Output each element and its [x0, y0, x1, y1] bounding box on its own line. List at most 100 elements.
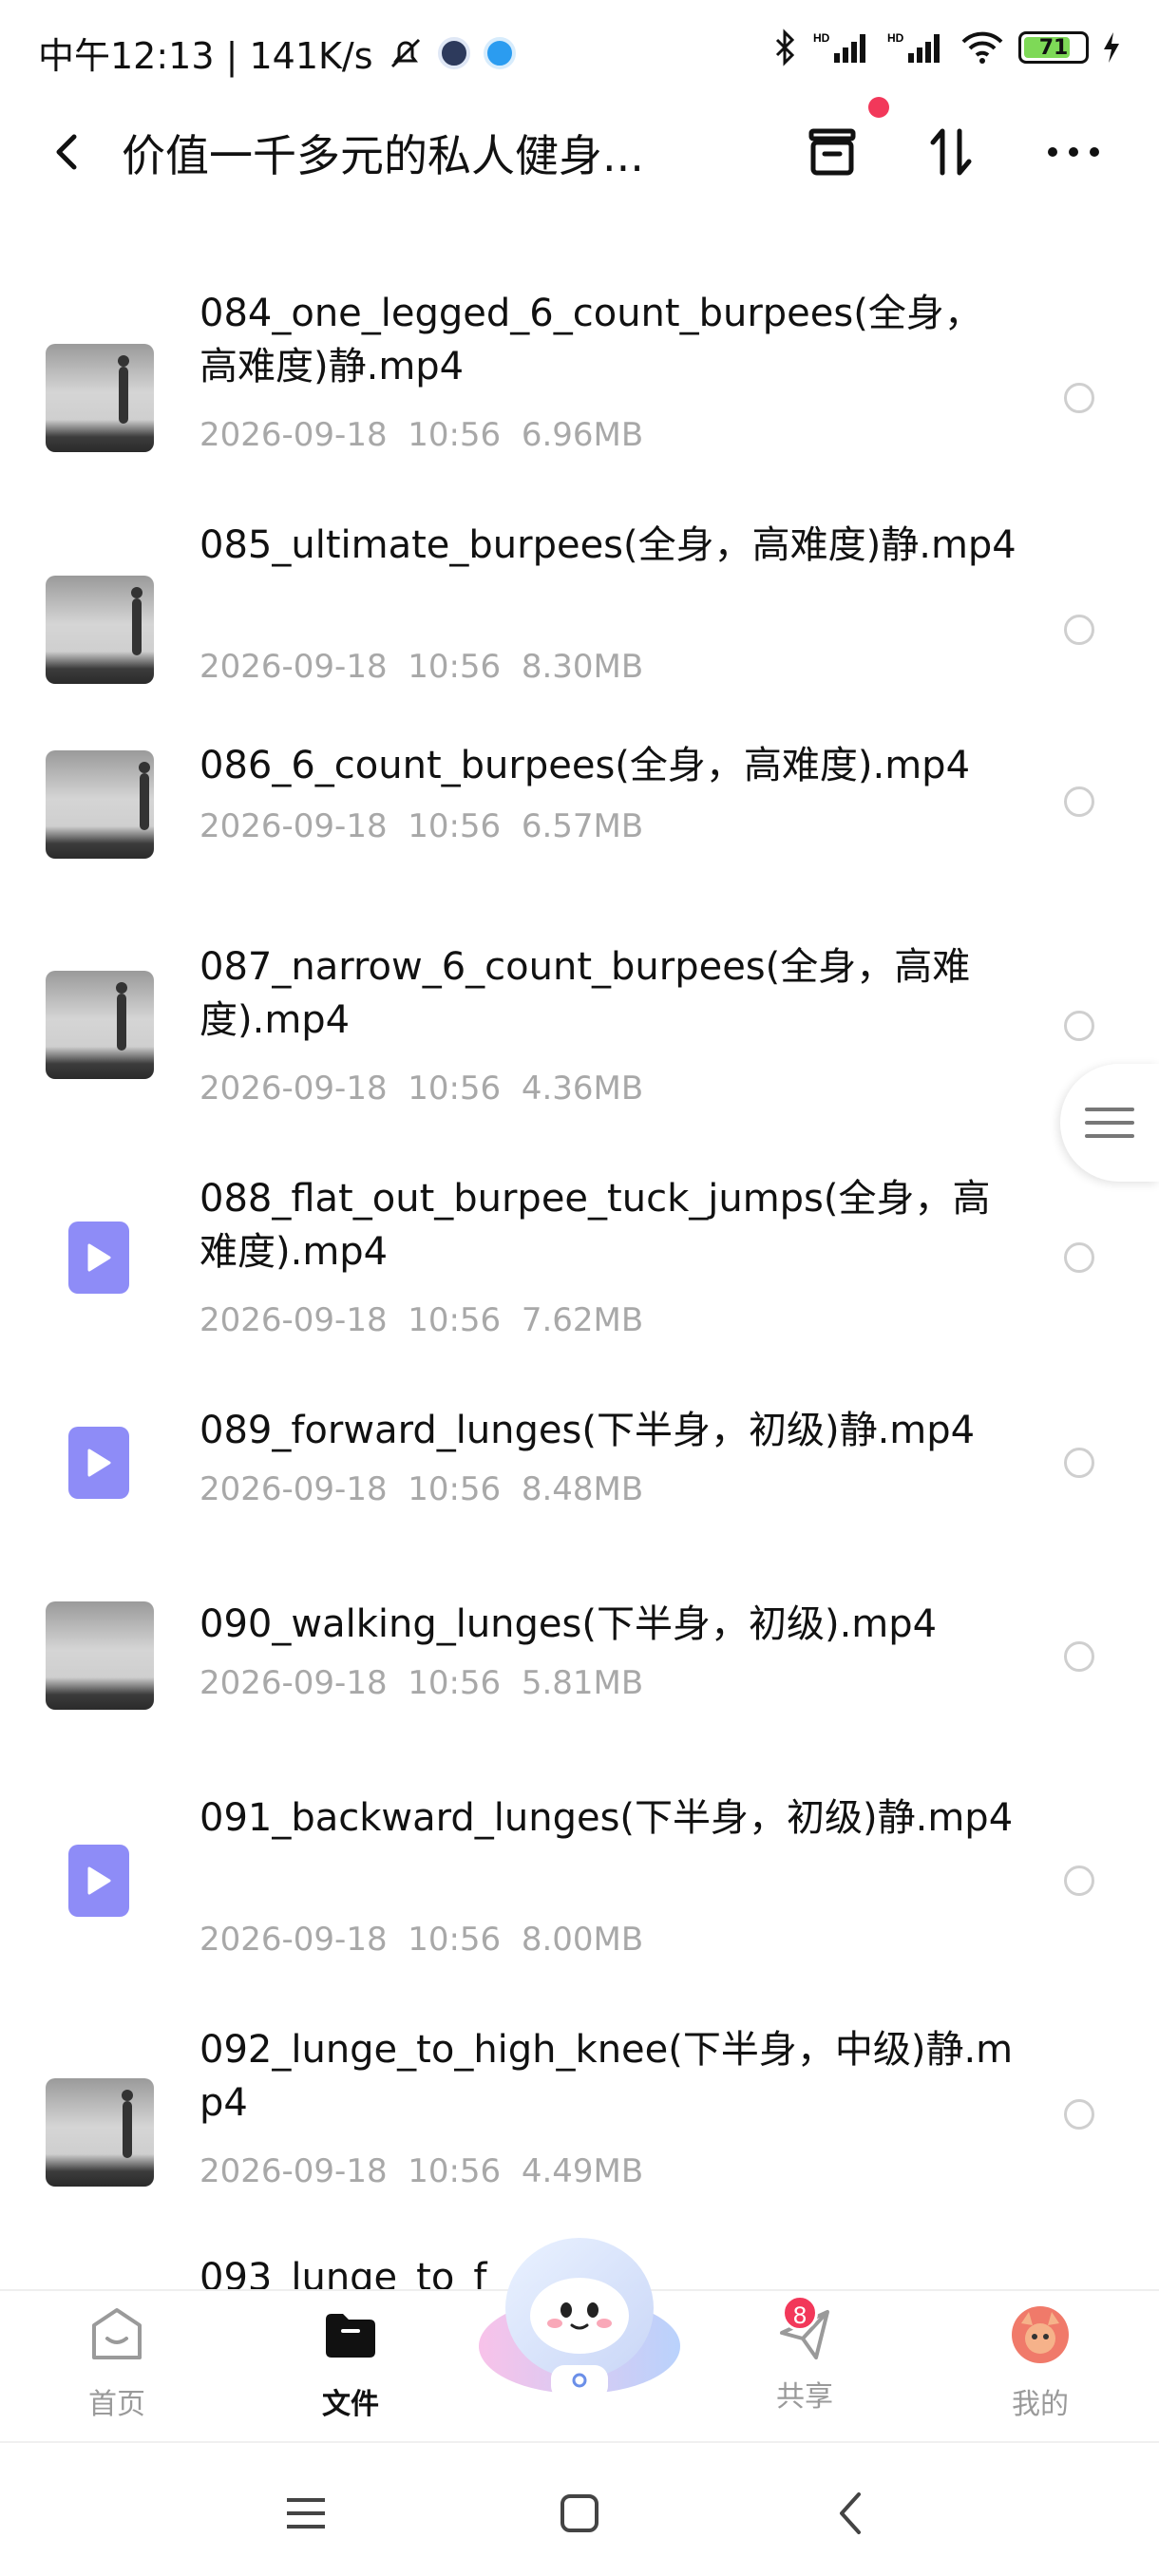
home-icon: [92, 2308, 142, 2359]
file-row[interactable]: 087_narrow_6_count_burpees(全身，高难度).mp4 2…: [0, 935, 1159, 1134]
file-row[interactable]: 088_flat_out_burpee_tuck_jumps(全身，高难度).m…: [0, 1166, 1159, 1366]
signal-hd-2-icon: HD: [887, 31, 940, 63]
folder-icon: [326, 2314, 375, 2358]
select-radio[interactable]: [1064, 786, 1094, 817]
file-name: 085_ultimate_burpees(全身，高难度)静.mp4: [200, 523, 1016, 567]
back-arrow-icon[interactable]: [42, 125, 95, 179]
svg-text:HD: HD: [813, 31, 830, 45]
mute-bell-icon: [390, 38, 420, 67]
select-radio[interactable]: [1064, 1866, 1094, 1896]
status-left: 中午12:13 | 141K/s: [38, 27, 516, 79]
file-date: 2026-09-18 10:56: [200, 1470, 502, 1508]
video-thumbnail: [46, 750, 154, 859]
sort-button[interactable]: [918, 118, 986, 186]
signal-hd-1-icon: HD: [813, 31, 865, 63]
file-date: 2026-09-18 10:56: [200, 1921, 502, 1959]
video-file-icon: [68, 1222, 129, 1294]
video-file-icon: [68, 1845, 129, 1917]
nav-files-label: 文件: [322, 2388, 379, 2421]
file-row[interactable]: 089_forward_lunges(下半身，初级)静.mp4 2026-09-…: [0, 1398, 1159, 1541]
nav-mine[interactable]: 我的: [969, 2304, 1112, 2422]
more-dots-icon: [1048, 147, 1099, 157]
nav-share[interactable]: 8 共享: [733, 2295, 876, 2415]
video-thumbnail: [46, 576, 154, 684]
file-date: 2026-09-18 10:56: [200, 1664, 502, 1702]
file-name: 090_walking_lunges(下半身，初级).mp4: [200, 1602, 938, 1646]
select-radio[interactable]: [1064, 2099, 1094, 2130]
file-row[interactable]: 085_ultimate_burpees(全身，高难度)静.mp4 2026-0…: [0, 513, 1159, 712]
transfer-box-button[interactable]: [798, 118, 866, 186]
more-button[interactable]: [1039, 118, 1108, 186]
file-meta: 2026-09-18 10:56 6.57MB: [200, 807, 643, 845]
select-radio[interactable]: [1064, 1242, 1094, 1273]
notification-dot: [868, 97, 889, 118]
file-name: 087_narrow_6_count_burpees(全身，高难度).mp4: [200, 945, 971, 1042]
video-file-icon: [68, 1427, 129, 1499]
file-meta: 2026-09-18 10:56 8.30MB: [200, 648, 643, 686]
recent-apps-icon[interactable]: [277, 2485, 334, 2542]
page-title: 价值一千多元的私人健身...: [122, 130, 644, 181]
file-name: 084_one_legged_6_count_burpees(全身，高难度)静.…: [200, 292, 982, 388]
select-radio[interactable]: [1064, 1011, 1094, 1041]
select-radio[interactable]: [1064, 1641, 1094, 1672]
file-date: 2026-09-18 10:56: [200, 2152, 502, 2190]
file-meta: 2026-09-18 10:56 8.48MB: [200, 1470, 643, 1508]
select-radio[interactable]: [1064, 1448, 1094, 1478]
sort-arrows-icon: [930, 128, 972, 176]
charging-icon: [1104, 32, 1119, 63]
file-size: 4.49MB: [521, 2152, 644, 2190]
nav-home[interactable]: 首页: [46, 2304, 188, 2422]
file-meta: 2026-09-18 10:56 5.81MB: [200, 1664, 643, 1702]
status-bar: 中午12:13 | 141K/s HD HD 71: [0, 0, 1159, 104]
wifi-icon: [961, 31, 1003, 64]
file-size: 8.30MB: [521, 648, 644, 686]
file-row[interactable]: 084_one_legged_6_count_burpees(全身，高难度)静.…: [0, 281, 1159, 481]
status-right: HD HD 71: [773, 28, 1121, 66]
select-radio[interactable]: [1064, 615, 1094, 645]
file-date: 2026-09-18 10:56: [200, 416, 502, 454]
file-name: 091_backward_lunges(下半身，初级)静.mp4: [200, 1796, 1014, 1840]
file-row[interactable]: 092_lunge_to_high_knee(下半身，中级)静.mp4 2026…: [0, 2017, 1159, 2217]
file-size: 6.57MB: [521, 807, 644, 845]
file-row[interactable]: 086_6_count_burpees(全身，高难度).mp4 2026-09-…: [0, 744, 1159, 887]
play-icon: [87, 1866, 111, 1895]
home-square-icon[interactable]: [551, 2485, 608, 2542]
file-name: 086_6_count_burpees(全身，高难度).mp4: [200, 744, 971, 787]
select-radio[interactable]: [1064, 383, 1094, 413]
file-date: 2026-09-18 10:56: [200, 648, 502, 686]
file-date: 2026-09-18 10:56: [200, 1070, 502, 1108]
avatar: [1012, 2306, 1069, 2363]
nav-home-label: 首页: [88, 2388, 145, 2421]
upload-notification-icon: [483, 36, 516, 69]
app-notification-icon: [437, 36, 470, 69]
header: 价值一千多元的私人健身...: [0, 104, 1159, 199]
video-thumbnail: [46, 344, 154, 452]
nav-mine-label: 我的: [1012, 2388, 1069, 2421]
file-row[interactable]: 091_backward_lunges(下半身，初级)静.mp4 2026-09…: [0, 1786, 1159, 1985]
status-time-speed: 中午12:13 | 141K/s: [38, 35, 373, 77]
battery-icon: 71: [1018, 31, 1089, 64]
bluetooth-icon: [775, 28, 795, 66]
nav-share-label: 共享: [776, 2380, 833, 2414]
file-meta: 2026-09-18 10:56 4.36MB: [200, 1070, 643, 1108]
file-size: 8.48MB: [521, 1470, 644, 1508]
file-size: 6.96MB: [521, 416, 644, 454]
file-size: 8.00MB: [521, 1921, 644, 1959]
file-meta: 2026-09-18 10:56 4.49MB: [200, 2152, 643, 2190]
file-date: 2026-09-18 10:56: [200, 807, 502, 845]
nav-files[interactable]: 文件: [279, 2304, 422, 2422]
file-size: 5.81MB: [521, 1664, 644, 1702]
video-thumbnail: [46, 971, 154, 1079]
file-name: 092_lunge_to_high_knee(下半身，中级)静.mp4: [200, 2028, 1014, 2125]
play-icon: [87, 1243, 111, 1272]
file-name: 089_forward_lunges(下半身，初级)静.mp4: [200, 1409, 976, 1452]
file-size: 4.36MB: [521, 1070, 644, 1108]
battery-level: 71: [1038, 35, 1069, 60]
file-row[interactable]: 090_walking_lunges(下半身，初级).mp4 2026-09-1…: [0, 1592, 1159, 1734]
share-badge: 8: [782, 2295, 818, 2331]
back-triangle-icon[interactable]: [823, 2485, 880, 2542]
file-name: 088_flat_out_burpee_tuck_jumps(全身，高难度).m…: [200, 1177, 991, 1274]
mascot-assistant-button[interactable]: [475, 2223, 684, 2403]
svg-text:HD: HD: [887, 31, 904, 45]
file-meta: 2026-09-18 10:56 7.62MB: [200, 1301, 643, 1339]
